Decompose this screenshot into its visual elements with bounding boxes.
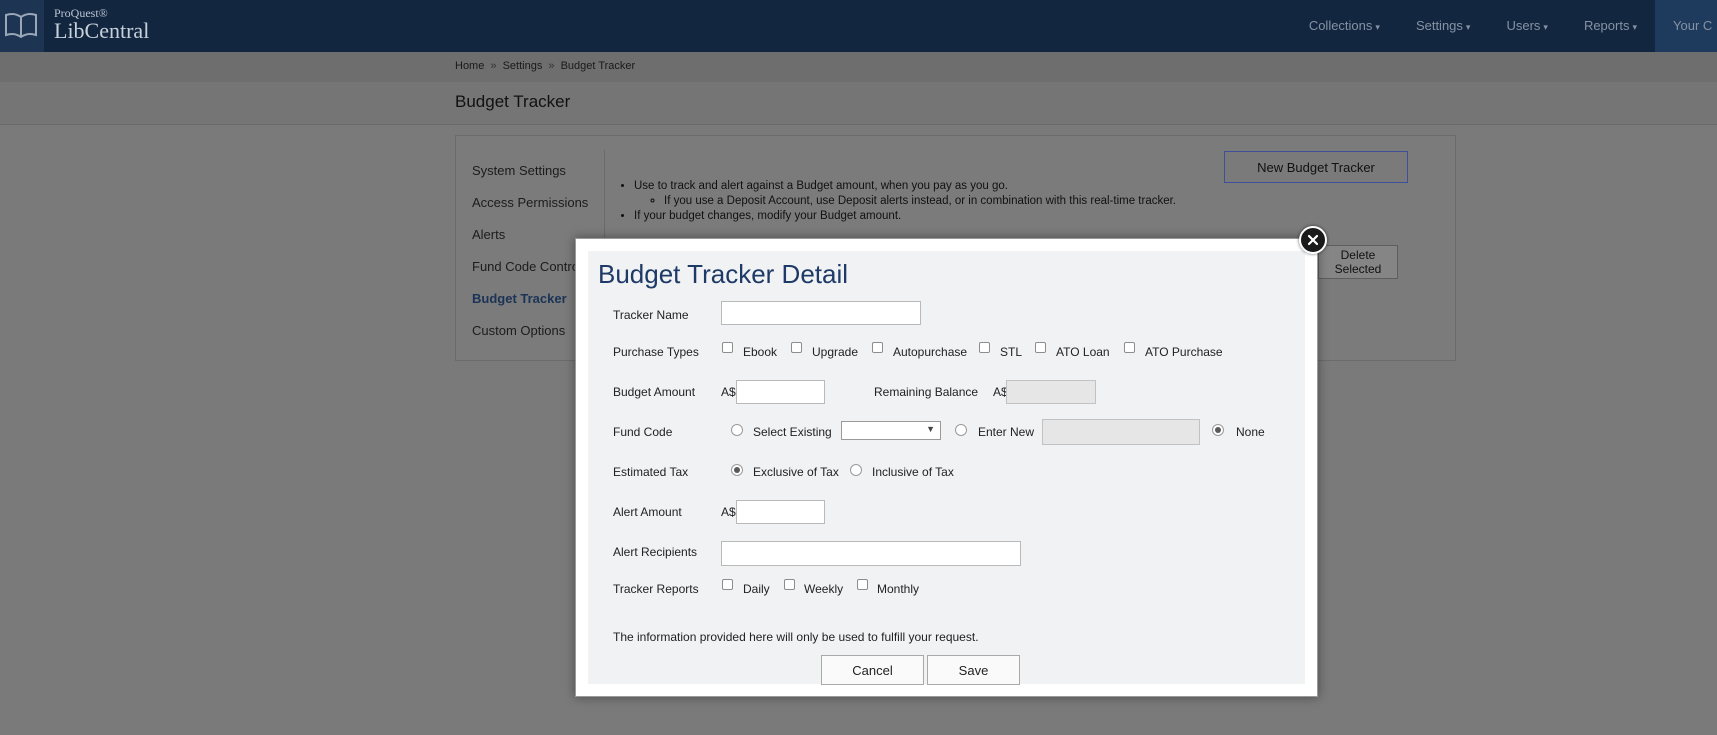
- info-subitem: If you use a Deposit Account, use Deposi…: [664, 194, 1176, 209]
- nav-settings[interactable]: Settings ▾: [1398, 0, 1489, 52]
- breadcrumb-band: [0, 52, 1717, 82]
- purchase-type-ebook-checkbox[interactable]: [722, 342, 733, 353]
- nav-reports[interactable]: Reports ▾: [1566, 0, 1655, 52]
- estimated-tax-label: Estimated Tax: [613, 465, 689, 479]
- purchase-type-ato-loan-checkbox[interactable]: [1035, 342, 1046, 353]
- nav-settings-label: Settings: [1415, 18, 1463, 33]
- report-daily-checkbox[interactable]: [722, 579, 733, 590]
- nav-users[interactable]: Users ▾: [1488, 0, 1565, 52]
- fund-code-select-existing-label: Select Existing: [753, 425, 832, 439]
- purchase-type-ato-purchase-checkbox[interactable]: [1124, 342, 1135, 353]
- top-navigation-bar: ProQuest® LibCentral Collections ▾ Settin…: [0, 0, 1717, 52]
- report-weekly-label: Weekly: [804, 582, 844, 596]
- purchase-type-upgrade-label: Upgrade: [812, 345, 859, 359]
- purchase-type-autopurchase-label: Autopurchase: [893, 345, 968, 359]
- purchase-types-label: Purchase Types: [613, 345, 699, 359]
- remaining-balance-label: Remaining Balance: [874, 385, 979, 399]
- caret-down-icon: ▾: [1375, 22, 1380, 32]
- tax-inclusive-radio[interactable]: [850, 464, 862, 476]
- tax-exclusive-radio[interactable]: [731, 464, 743, 476]
- breadcrumb-current: Budget Tracker: [560, 60, 636, 72]
- close-dialog-button[interactable]: [1299, 226, 1327, 254]
- info-item: If your budget changes, modify your Budg…: [634, 209, 1176, 224]
- breadcrumb: Home » Settings » Budget Tracker: [455, 60, 635, 72]
- dialog-body: Budget Tracker Detail Tracker Name Purch…: [588, 251, 1305, 685]
- info-item: Use to track and alert against a Budget …: [634, 179, 1176, 209]
- fund-code-enter-new-radio[interactable]: [955, 424, 967, 436]
- sidebar-item-access-permissions[interactable]: Access Permissions: [472, 192, 612, 224]
- purchase-type-ebook-label: Ebook: [743, 345, 778, 359]
- dialog-title: Budget Tracker Detail: [598, 259, 849, 289]
- fund-code-none-radio[interactable]: [1212, 424, 1224, 436]
- budget-tracker-detail-dialog: Budget Tracker Detail Tracker Name Purch…: [575, 238, 1318, 697]
- purchase-type-stl-label: STL: [1000, 345, 1023, 359]
- alert-recipients-label: Alert Recipients: [613, 545, 698, 559]
- sidebar-item-system-settings[interactable]: System Settings: [472, 160, 612, 192]
- caret-down-icon: ▾: [1543, 22, 1548, 32]
- page-title: Budget Tracker: [455, 92, 571, 111]
- tracker-name-input[interactable]: [721, 301, 921, 325]
- breadcrumb-separator: »: [490, 60, 497, 72]
- alert-amount-input[interactable]: [736, 500, 825, 524]
- privacy-disclaimer: The information provided here will only …: [613, 630, 979, 644]
- report-monthly-checkbox[interactable]: [857, 579, 868, 590]
- purchase-type-upgrade-checkbox[interactable]: [791, 342, 802, 353]
- budget-amount-input[interactable]: [736, 380, 825, 404]
- new-budget-tracker-button[interactable]: New Budget Tracker: [1224, 151, 1408, 183]
- delete-selected-label: Delete Selected: [1335, 248, 1382, 276]
- nav-reports-label: Reports: [1583, 18, 1630, 33]
- fund-code-none-label: None: [1236, 425, 1265, 439]
- purchase-type-ato-purchase-label: ATO Purchase: [1145, 345, 1223, 359]
- purchase-type-stl-checkbox[interactable]: [979, 342, 990, 353]
- caret-down-icon: ▾: [1632, 22, 1637, 32]
- breadcrumb-separator: »: [548, 60, 555, 72]
- budget-amount-label: Budget Amount: [613, 385, 696, 399]
- report-monthly-label: Monthly: [877, 582, 920, 596]
- book-logo-icon[interactable]: [0, 0, 44, 52]
- delete-selected-button[interactable]: Delete Selected: [1318, 245, 1398, 279]
- delete-label-line-2: Selected: [1334, 262, 1382, 276]
- nav-collections-label: Collections: [1308, 18, 1373, 33]
- fund-code-new-input: [1042, 419, 1200, 445]
- fund-code-enter-new-label: Enter New: [978, 425, 1035, 439]
- main-nav: Collections ▾ Settings ▾ Users ▾ Reports ▾ Y…: [1291, 0, 1717, 52]
- budget-currency-label: A$: [721, 385, 736, 399]
- purchase-type-ato-loan-label: ATO Loan: [1056, 345, 1110, 359]
- tax-exclusive-label: Exclusive of Tax: [753, 465, 839, 479]
- app-logo[interactable]: ProQuest® LibCentral: [54, 6, 149, 42]
- nav-users-label: Users: [1506, 18, 1541, 33]
- dropdown-arrow-icon: ▼: [926, 424, 935, 434]
- purchase-type-autopurchase-checkbox[interactable]: [872, 342, 883, 353]
- caret-down-icon: ▾: [1465, 22, 1471, 32]
- alert-currency-label: A$: [721, 505, 736, 519]
- nav-your-account-label: Your C: [1673, 18, 1713, 33]
- report-daily-label: Daily: [743, 582, 770, 596]
- breadcrumb-settings[interactable]: Settings: [503, 60, 543, 72]
- budget-tracker-info: Use to track and alert against a Budget …: [620, 179, 1176, 224]
- logo-product: LibCentral: [54, 18, 150, 43]
- info-line-1: Use to track and alert against a Budget …: [634, 180, 1008, 192]
- tax-inclusive-label: Inclusive of Tax: [872, 465, 954, 479]
- title-band: [0, 82, 1717, 125]
- fund-code-select-existing-radio[interactable]: [731, 424, 743, 436]
- breadcrumb-home[interactable]: Home: [455, 60, 484, 72]
- remaining-balance-field: [1006, 380, 1096, 404]
- tracker-name-label: Tracker Name: [613, 308, 689, 322]
- tracker-reports-label: Tracker Reports: [613, 582, 699, 596]
- save-button[interactable]: Save: [927, 655, 1020, 685]
- fund-code-label: Fund Code: [613, 425, 673, 439]
- alert-amount-label: Alert Amount: [613, 505, 682, 519]
- nav-your-account[interactable]: Your C: [1655, 0, 1717, 52]
- report-weekly-checkbox[interactable]: [784, 579, 795, 590]
- fund-code-select-dropdown[interactable]: ▼: [841, 421, 941, 440]
- nav-collections[interactable]: Collections ▾: [1291, 0, 1398, 52]
- delete-label-line-1: Delete: [1340, 248, 1376, 262]
- close-icon: [1307, 234, 1319, 246]
- cancel-button[interactable]: Cancel: [821, 655, 924, 685]
- alert-recipients-input[interactable]: [721, 541, 1021, 566]
